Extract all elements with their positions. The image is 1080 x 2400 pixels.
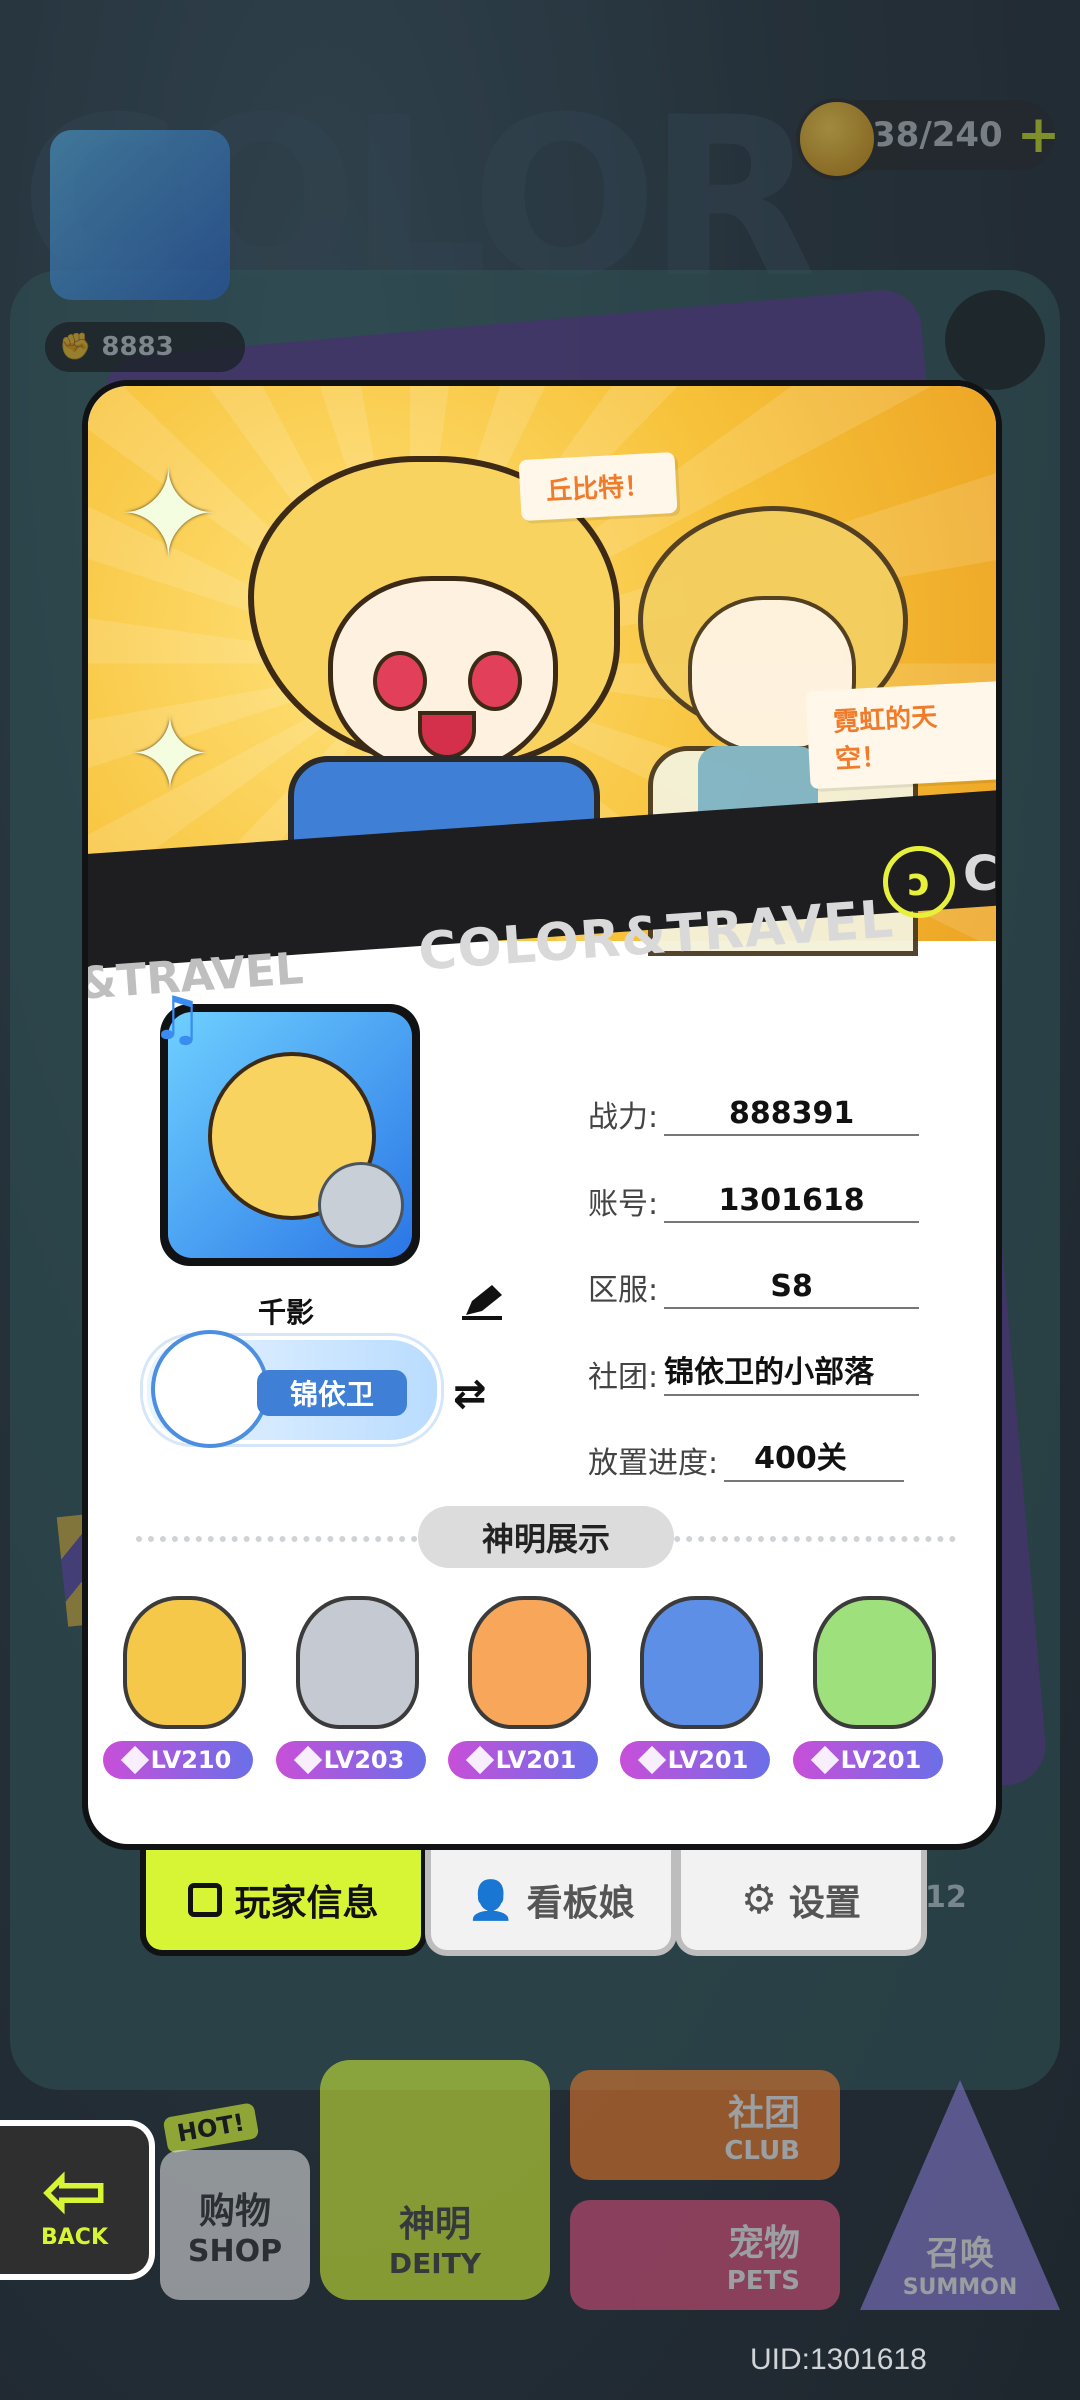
deity-figure xyxy=(296,1596,419,1729)
player-profile-card: ✦ ✦ 丘比特！ 霓虹的天空！ COLOR&TRAVEL &TRAVEL ↄ C… xyxy=(82,380,1002,1850)
tab-mascot-label: 看板娘 xyxy=(526,1883,635,1924)
back-button[interactable]: ⇦ BACK xyxy=(0,2120,155,2280)
club-badge-label: 锦依卫 xyxy=(257,1370,407,1416)
tab-mascot[interactable]: 👤 看板娘 xyxy=(425,1850,677,1956)
server-label: 区服: xyxy=(588,1273,659,1308)
deity-level-badge: LV201 xyxy=(448,1741,598,1779)
tab-settings[interactable]: ⚙ 设置 xyxy=(675,1850,927,1956)
info-row-progress: 放置进度: 400关 xyxy=(588,1432,905,1482)
tab-settings-label: 设置 xyxy=(788,1883,861,1924)
club-badge[interactable]: 锦依卫 xyxy=(143,1330,441,1448)
edit-name-icon[interactable] xyxy=(458,1281,508,1321)
progress-value: 400关 xyxy=(724,1433,905,1482)
deity-level-badge: LV201 xyxy=(620,1741,770,1779)
sparkle-icon: ✦ xyxy=(128,696,212,813)
deity-figure xyxy=(813,1596,936,1729)
banner-character-main xyxy=(248,456,628,908)
info-row-account: 账号: 1301618 xyxy=(588,1173,920,1223)
user-id-label: UID:1301618 xyxy=(750,2343,927,2376)
deity-card[interactable]: LV203 xyxy=(276,1596,426,1779)
progress-label: 放置进度: xyxy=(588,1446,719,1481)
player-avatar[interactable]: ♫ xyxy=(150,984,420,1266)
gear-icon: ⚙ xyxy=(741,1877,777,1923)
shop-button[interactable]: 购物 SHOP xyxy=(160,2150,310,2300)
info-row-server: 区服: S8 xyxy=(588,1259,920,1309)
deity-card[interactable]: LV201 xyxy=(793,1596,943,1779)
deity-level-badge: LV210 xyxy=(103,1741,253,1779)
deity-figure xyxy=(468,1596,591,1729)
info-row-power: 战力: 888391 xyxy=(588,1086,920,1136)
account-value[interactable]: 1301618 xyxy=(664,1183,920,1223)
club-value[interactable]: 锦依卫的小部落 xyxy=(664,1347,920,1396)
player-nickname: 千影 xyxy=(258,1296,315,1329)
banner-strip-title-right: CO xyxy=(963,846,999,902)
profile-card-icon xyxy=(188,1883,223,1917)
sparkle-icon: ✦ xyxy=(118,446,219,585)
power-label: 战力: xyxy=(588,1100,659,1135)
deity-nav-button[interactable]: 神明 DEITY xyxy=(320,2060,550,2300)
tab-player-info[interactable]: 玩家信息 xyxy=(140,1850,427,1956)
side-counter: 12 xyxy=(925,1880,967,1915)
deity-level-badge: LV203 xyxy=(276,1741,426,1779)
speech-bubble-1: 丘比特！ xyxy=(518,451,678,522)
speech-bubble-2: 霓虹的天空！ xyxy=(805,680,996,790)
deity-level-badge: LV201 xyxy=(793,1741,943,1779)
club-nav-button[interactable]: 社团 CLUB xyxy=(570,2070,840,2180)
deity-card[interactable]: LV201 xyxy=(448,1596,598,1779)
brand-logo-icon: ↄ xyxy=(883,846,955,918)
switch-badge-icon[interactable]: ⇄ xyxy=(453,1371,487,1417)
deity-figure xyxy=(123,1596,246,1729)
server-value: S8 xyxy=(664,1269,920,1309)
deity-card[interactable]: LV210 xyxy=(103,1596,253,1779)
power-value-field: 888391 xyxy=(664,1096,920,1136)
back-label: BACK xyxy=(41,2224,108,2250)
deity-figure xyxy=(640,1596,763,1729)
club-mascot-icon xyxy=(151,1330,269,1448)
music-note-icon: ♫ xyxy=(150,984,204,1054)
tab-player-info-label: 玩家信息 xyxy=(234,1883,379,1924)
club-label: 社团: xyxy=(588,1360,659,1395)
deity-showcase-title: 神明展示 xyxy=(418,1506,674,1568)
user-swap-icon: 👤 xyxy=(467,1877,515,1922)
pets-nav-button[interactable]: 宠物 PETS xyxy=(570,2200,840,2310)
deity-card[interactable]: LV201 xyxy=(620,1596,770,1779)
info-row-club: 社团: 锦依卫的小部落 xyxy=(588,1346,920,1396)
back-arrow-icon: ⇦ xyxy=(40,2143,109,2237)
account-label: 账号: xyxy=(588,1187,659,1222)
